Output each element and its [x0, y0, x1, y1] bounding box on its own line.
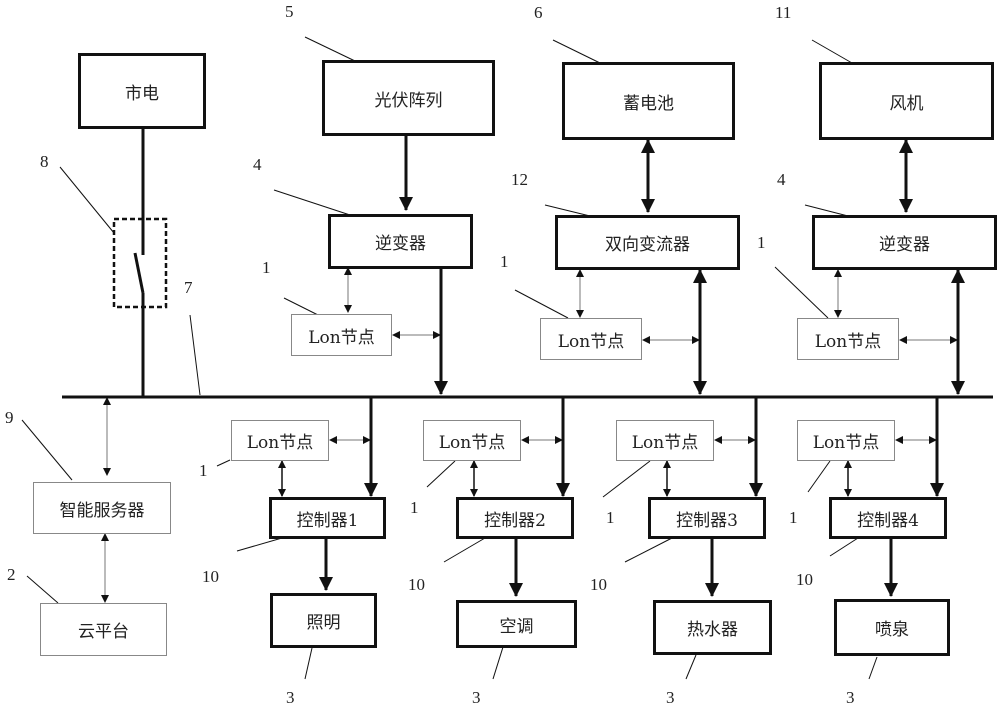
load-block: 喷泉 [834, 599, 950, 656]
ref-number: 12 [511, 170, 528, 189]
cloud-platform-block: 云平台 [40, 603, 167, 656]
switch-enclosure [112, 217, 168, 309]
controller-block: 控制器1 [269, 497, 386, 539]
ref-number: 1 [500, 252, 509, 271]
ref-number: 4 [777, 170, 786, 189]
lon-node: Lon节点 [540, 318, 642, 360]
lon-node: Lon节点 [291, 314, 392, 356]
controller-block: 控制器4 [829, 497, 947, 539]
ref-number: 11 [775, 3, 792, 22]
wind-turbine-block: 风机 [819, 62, 994, 140]
ref-number: 6 [534, 3, 543, 22]
ref-number: 1 [410, 498, 419, 517]
pv-array-block: 光伏阵列 [322, 60, 495, 136]
ref-number: 1 [789, 508, 798, 527]
load-block: 空调 [456, 600, 577, 648]
ref-number: 10 [590, 575, 607, 594]
lon-node: Lon节点 [423, 420, 521, 461]
battery-block: 蓄电池 [562, 62, 735, 140]
ref-number: 10 [796, 570, 813, 589]
ref-number: 3 [286, 688, 295, 707]
lon-node: Lon节点 [616, 420, 714, 461]
ref-number: 1 [262, 258, 271, 277]
ref-number: 1 [199, 461, 208, 480]
ref-number: 7 [184, 278, 193, 297]
ref-number: 3 [472, 688, 481, 707]
smart-server-block: 智能服务器 [33, 482, 171, 534]
controller-block: 控制器3 [648, 497, 766, 539]
inverter-wind-block: 逆变器 [812, 215, 997, 270]
controller-block: 控制器2 [456, 497, 574, 539]
ref-number: 10 [202, 567, 219, 586]
ref-number: 1 [757, 233, 766, 252]
lon-node: Lon节点 [797, 420, 895, 461]
ref-number: 2 [7, 565, 16, 584]
lon-node: Lon节点 [797, 318, 899, 360]
ref-number: 3 [666, 688, 675, 707]
ref-number: 1 [606, 508, 615, 527]
ref-number: 10 [408, 575, 425, 594]
ref-number: 5 [285, 2, 294, 21]
ref-number: 8 [40, 152, 49, 171]
grid-block: 市电 [78, 53, 206, 129]
load-block: 热水器 [653, 600, 772, 655]
ref-number: 9 [5, 408, 14, 427]
load-block: 照明 [270, 593, 377, 648]
ref-number: 3 [846, 688, 855, 707]
bidirectional-converter-block: 双向变流器 [555, 215, 740, 270]
inverter-pv-block: 逆变器 [328, 214, 473, 269]
lon-node: Lon节点 [231, 420, 329, 461]
ref-number: 4 [253, 155, 262, 174]
